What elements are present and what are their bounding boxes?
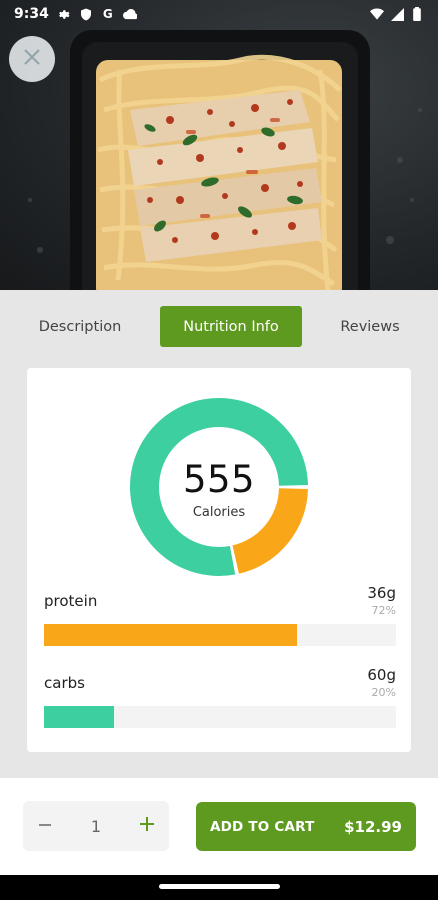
minus-icon xyxy=(38,817,52,836)
price: $12.99 xyxy=(344,817,402,836)
macro-amount: 60g xyxy=(367,666,396,684)
gear-icon xyxy=(57,7,71,21)
signal-icon xyxy=(390,7,404,21)
nutrition-card: 555 Calories protein 36g 72% carbs 60g 2… xyxy=(27,368,411,752)
close-icon xyxy=(23,48,41,70)
quantity-stepper: 1 xyxy=(23,801,169,851)
product-details: Description Nutrition Info Reviews 555 C… xyxy=(0,290,438,778)
google-g-icon: G xyxy=(102,7,113,21)
decrement-button[interactable] xyxy=(23,801,67,851)
plus-icon xyxy=(139,816,155,836)
macro-bar-fill xyxy=(44,624,298,646)
wifi-icon xyxy=(370,7,384,21)
macro-row-carbs: carbs 60g 20% xyxy=(44,666,396,730)
macro-percent: 20% xyxy=(371,686,396,699)
calories-donut-chart: 555 Calories xyxy=(128,396,310,578)
macro-amount: 36g xyxy=(367,584,396,602)
macro-percent: 72% xyxy=(371,604,396,617)
macro-row-protein: protein 36g 72% xyxy=(44,584,396,648)
add-to-cart-label: ADD TO CART xyxy=(210,818,315,835)
macro-bar-fill xyxy=(44,706,115,728)
hero-food-image xyxy=(0,0,438,290)
home-gesture-handle[interactable] xyxy=(159,884,280,889)
shield-icon xyxy=(79,7,93,21)
battery-icon xyxy=(410,7,424,21)
status-time: 9:34 xyxy=(14,6,49,22)
system-nav-bar xyxy=(0,875,438,900)
quantity-value: 1 xyxy=(90,816,102,836)
bottom-action-bar: 1 ADD TO CART $12.99 xyxy=(0,778,438,875)
tab-description[interactable]: Description xyxy=(16,306,144,347)
macro-bar-track xyxy=(44,706,396,728)
calories-label: Calories xyxy=(192,505,246,520)
close-button[interactable] xyxy=(9,36,55,82)
macro-name: carbs xyxy=(44,674,85,692)
calories-value: 555 xyxy=(182,458,256,501)
macro-name: protein xyxy=(44,592,98,610)
increment-button[interactable] xyxy=(125,801,169,851)
status-bar: 9:34 G xyxy=(0,0,438,28)
tab-nutrition-info[interactable]: Nutrition Info xyxy=(160,306,302,347)
tab-bar: Description Nutrition Info Reviews xyxy=(0,306,438,348)
tab-reviews[interactable]: Reviews xyxy=(318,306,422,347)
macro-bar-track xyxy=(44,624,396,646)
cloud-icon xyxy=(122,7,137,21)
add-to-cart-button[interactable]: ADD TO CART $12.99 xyxy=(196,802,416,851)
